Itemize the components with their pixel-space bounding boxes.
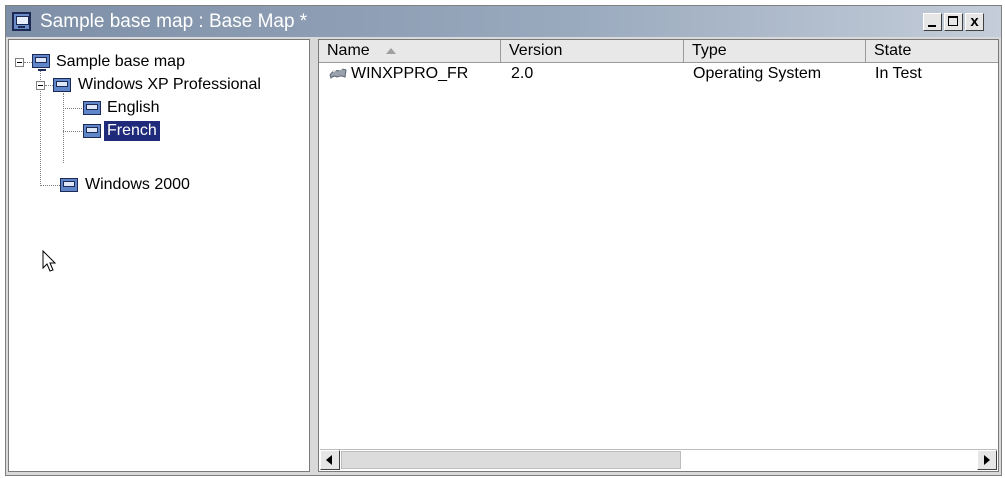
language-node-icon [83, 101, 101, 115]
column-header-label: Type [692, 42, 727, 59]
mouse-cursor-icon [42, 250, 57, 272]
tree-item-english[interactable]: English [9, 97, 309, 119]
monitor-icon[interactable] [12, 12, 31, 31]
close-button[interactable]: x [965, 13, 984, 31]
main-window: Sample base map : Base Map * x Sample ba… [5, 5, 1002, 476]
cell-version: 2.0 [511, 65, 534, 82]
scrollbar-thumb[interactable] [341, 451, 681, 469]
details-list[interactable]: Name Version Type State WINXPPRO_FR 2.0 … [318, 39, 999, 472]
os-node-icon [53, 78, 71, 92]
table-row[interactable]: WINXPPRO_FR 2.0 Operating System In Test [319, 63, 998, 85]
tree-item-label: English [107, 99, 160, 116]
tree-pane[interactable]: Sample base map Windows XP Professional … [8, 39, 310, 472]
cell-type: Operating System [693, 65, 822, 82]
column-header-label: Name [327, 42, 370, 59]
column-header-type[interactable]: Type [684, 40, 866, 62]
maximize-button[interactable] [944, 13, 963, 31]
tree-item-french[interactable]: French [9, 120, 309, 142]
collapse-icon[interactable] [15, 58, 24, 67]
cell-name: WINXPPRO_FR [351, 65, 469, 82]
close-icon: x [970, 13, 979, 30]
tree-item-windows-xp-professional[interactable]: Windows XP Professional [9, 74, 309, 96]
column-header-state[interactable]: State [866, 40, 998, 62]
column-header-version[interactable]: Version [501, 40, 684, 62]
scroll-left-button[interactable] [320, 450, 340, 470]
tree-item-sample-base-map[interactable]: Sample base map [9, 51, 309, 73]
tree-item-label: Sample base map [56, 53, 185, 70]
horizontal-scrollbar[interactable] [320, 449, 997, 470]
tree-item-label: Windows 2000 [85, 176, 190, 193]
language-node-icon [83, 124, 101, 138]
scroll-right-button[interactable] [977, 450, 997, 470]
list-header: Name Version Type State [319, 40, 998, 63]
window-title: Sample base map : Base Map * [40, 11, 308, 32]
os-node-icon [60, 178, 78, 192]
title-bar[interactable]: Sample base map : Base Map * x [6, 6, 1001, 37]
tree-item-windows-2000[interactable]: Windows 2000 [9, 174, 309, 196]
column-header-name[interactable]: Name [319, 40, 501, 62]
base-map-icon [32, 54, 50, 71]
tree-item-label: Windows XP Professional [78, 76, 261, 93]
collapse-icon[interactable] [36, 81, 45, 90]
cell-state: In Test [875, 65, 922, 82]
sort-ascending-icon [386, 47, 397, 54]
tree-item-label: French [104, 121, 160, 141]
column-header-label: Version [509, 42, 563, 59]
operating-system-icon [329, 68, 347, 79]
minimize-button[interactable] [923, 13, 942, 31]
column-header-label: State [874, 42, 912, 59]
